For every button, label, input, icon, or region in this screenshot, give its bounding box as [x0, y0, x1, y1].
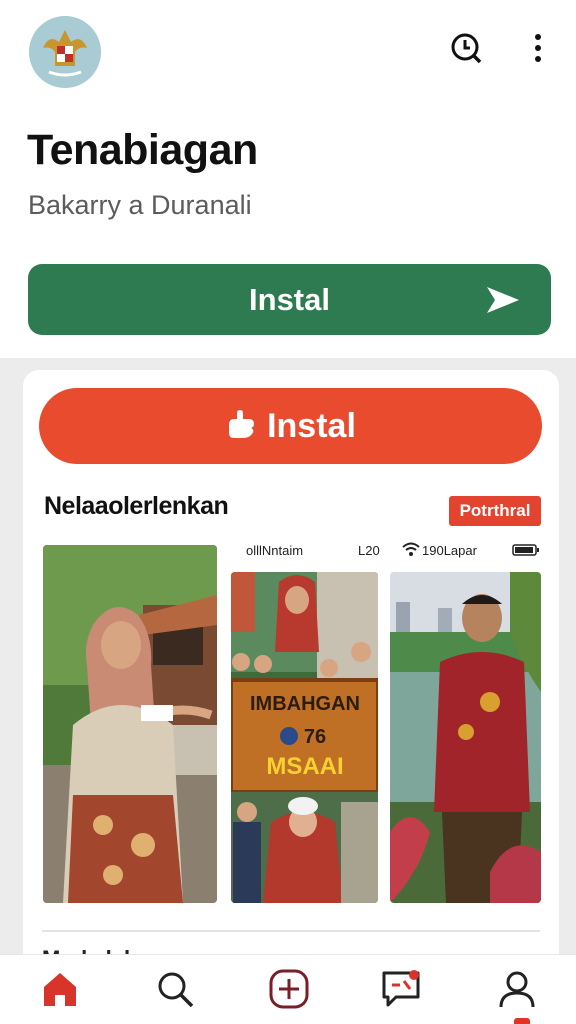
woman-in-hijab-photo[interactable]	[43, 545, 217, 903]
sign-line-2: 76	[304, 726, 326, 748]
install-button[interactable]: Instal	[28, 264, 551, 335]
bottom-navigation	[0, 954, 576, 1024]
nav-add[interactable]	[265, 967, 313, 1015]
nav-search[interactable]	[151, 967, 199, 1015]
status-carrier: olllNntaim	[246, 543, 304, 558]
app-header: Tenabiagan Bakarry a Duranali Instal	[0, 0, 576, 358]
screenshot-status-bar: olllNntaim L20 190Lapar	[232, 541, 544, 561]
send-icon	[485, 283, 521, 317]
search-chat-icon[interactable]	[448, 30, 484, 66]
more-vertical-icon[interactable]	[520, 30, 556, 66]
profile-icon	[497, 969, 537, 1014]
sign-line-1: IMBAHGAN	[250, 693, 360, 715]
next-section-title: Markalahan	[42, 940, 182, 954]
battery-icon	[512, 544, 540, 559]
section-title: Nelaaolerlenkan	[44, 492, 229, 520]
install-button-secondary-label: Instal	[267, 406, 356, 445]
nav-profile[interactable]	[493, 967, 541, 1015]
messages-icon	[380, 969, 422, 1014]
add-icon	[269, 969, 309, 1014]
home-icon	[40, 970, 80, 1013]
wifi-icon	[402, 541, 420, 560]
app-subtitle: Bakarry a Duranali	[28, 190, 252, 220]
install-button-label: Instal	[249, 281, 330, 317]
install-button-secondary[interactable]: Instal	[39, 388, 542, 464]
hand-icon	[225, 409, 257, 444]
nav-home[interactable]	[36, 967, 84, 1015]
nav-messages[interactable]	[377, 967, 425, 1015]
section-divider	[42, 930, 540, 932]
search-icon	[155, 969, 195, 1014]
status-value: L20	[358, 543, 380, 558]
status-battery-label: 190Lapar	[422, 543, 477, 558]
sign-photo[interactable]: IMBAHGAN 76 MSAAI	[231, 572, 378, 903]
man-by-lake-photo[interactable]	[390, 572, 541, 903]
sign-line-3: MSAAI	[266, 753, 343, 780]
garuda-emblem-icon	[29, 16, 101, 88]
nav-indicator	[514, 1018, 530, 1024]
app-title: Tenabiagan	[27, 126, 258, 174]
status-badge[interactable]: Potrthral	[449, 496, 541, 526]
